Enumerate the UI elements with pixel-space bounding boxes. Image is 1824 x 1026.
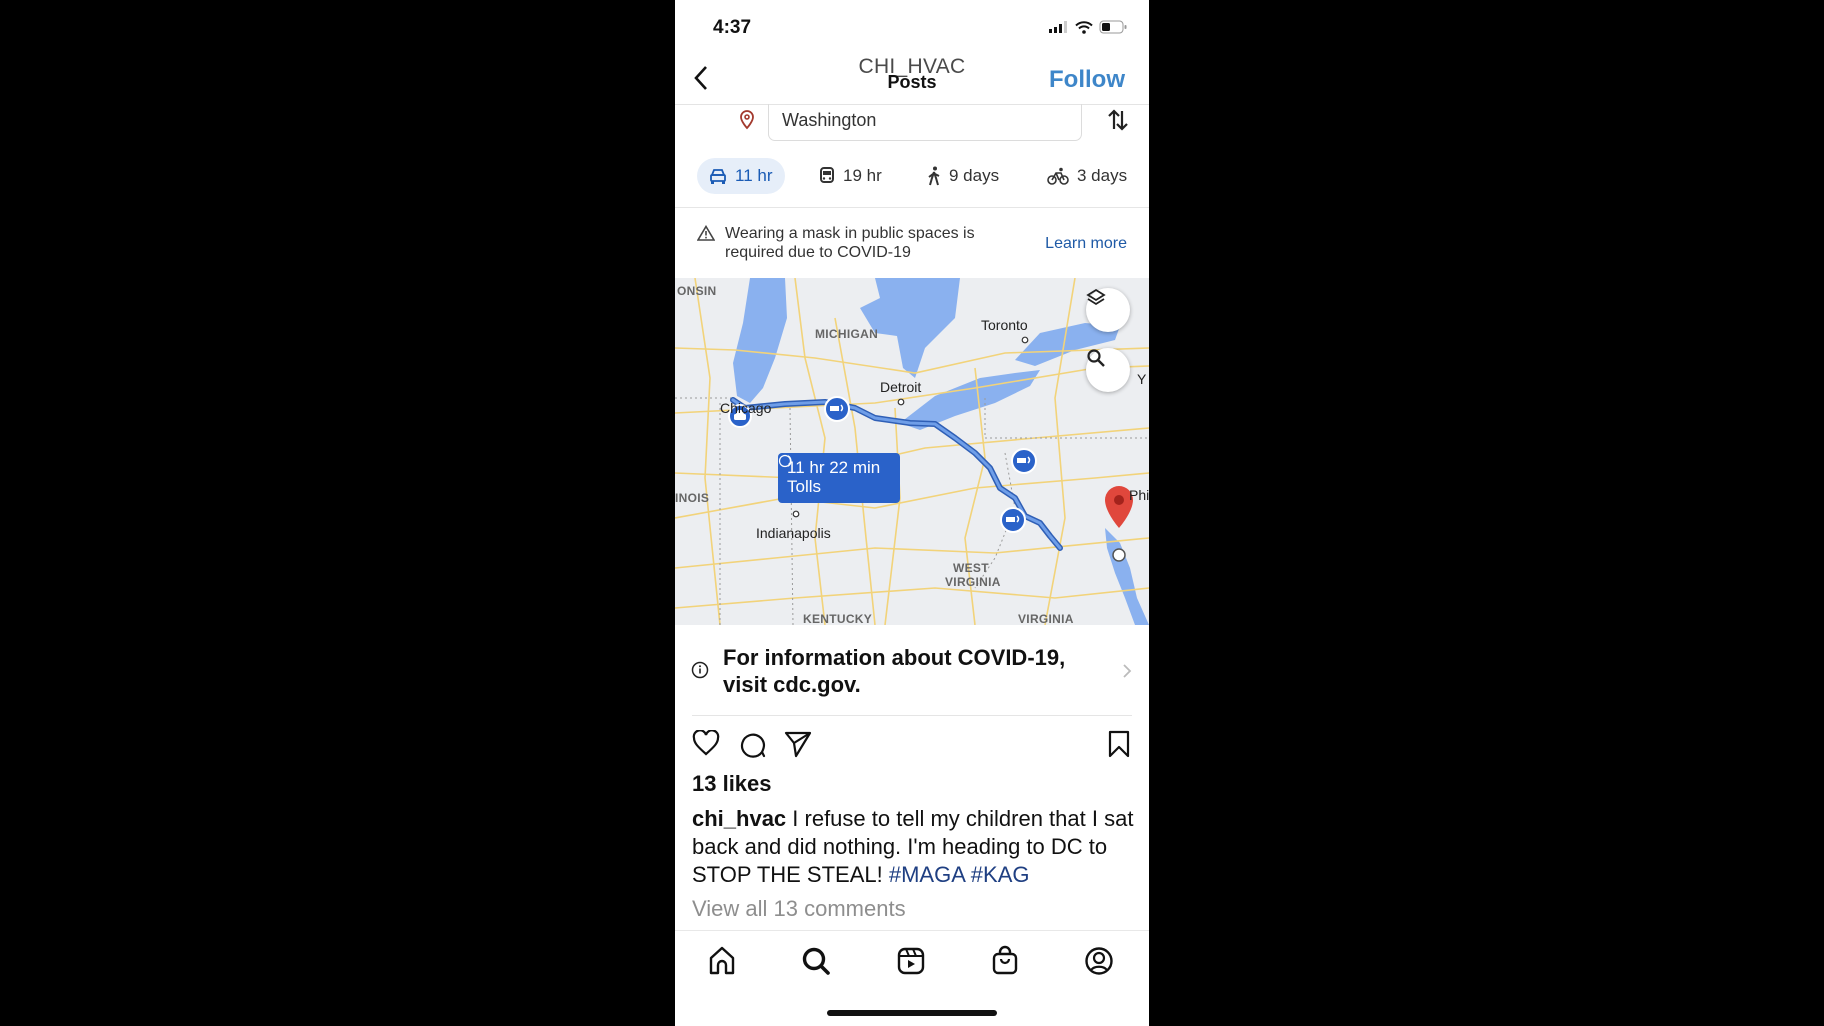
route-duration-label[interactable]: 11 hr 22 min Tolls [778, 453, 900, 503]
map-label-virginia: VIRGINIA [1018, 612, 1074, 625]
modes-divider [675, 207, 1149, 208]
city-toronto: Toronto [981, 317, 1028, 333]
toronto-dot [1021, 336, 1029, 344]
map-label-wisconsin: ONSIN [677, 284, 717, 298]
signal-icon [1049, 21, 1067, 33]
route-time: 11 hr 22 min [787, 458, 881, 477]
walk-icon [928, 166, 940, 186]
city-new-york: Y [1137, 371, 1147, 387]
speed-camera-marker-3 [1000, 507, 1026, 533]
mode-walking-label: 9 days [949, 166, 1000, 185]
search-icon [1087, 349, 1105, 367]
search-icon[interactable] [799, 944, 833, 978]
layers-icon [1086, 288, 1106, 306]
reels-icon[interactable] [894, 944, 928, 978]
map-search-button[interactable] [1086, 348, 1130, 392]
learn-more-link[interactable]: Learn more [1045, 235, 1127, 253]
battery-icon [1099, 20, 1127, 34]
map-graphics [675, 278, 1149, 625]
profile-icon[interactable] [1082, 944, 1116, 978]
route-map[interactable]: ONSIN MICHIGAN INOIS WEST VIRGINIA KENTU… [675, 278, 1149, 625]
city-philadelphia: Phi [1129, 487, 1149, 503]
map-label-michigan: MICHIGAN [815, 327, 879, 341]
warning-icon [697, 225, 715, 241]
wifi-icon [1075, 20, 1093, 34]
mode-transit-label: 19 hr [843, 166, 882, 185]
layers-button[interactable] [1086, 288, 1130, 332]
car-icon [710, 169, 726, 184]
caption-author[interactable]: chi_hvac [692, 806, 786, 831]
hashtag-kag[interactable]: #KAG [971, 862, 1030, 887]
chevron-right-icon[interactable] [1122, 663, 1132, 679]
lake-michigan [733, 278, 787, 403]
city-indianapolis: Indianapolis [756, 525, 831, 541]
covid-notice-text: Wearing a mask in public spaces is requi… [725, 225, 975, 261]
post-caption: chi_hvac I refuse to tell my children th… [692, 805, 1137, 889]
shop-icon[interactable] [988, 944, 1022, 978]
indianapolis-dot [792, 510, 800, 518]
phone-screen: 4:37 CHI_HVAC Posts Follow Washington 11… [675, 0, 1149, 1026]
heart-icon[interactable] [692, 730, 720, 756]
toll-icon [778, 454, 792, 468]
borders [675, 397, 1149, 625]
mode-cycling[interactable]: 3 days [1047, 158, 1127, 194]
mode-driving-label: 11 hr [735, 166, 773, 185]
share-icon[interactable] [784, 730, 812, 758]
home-icon[interactable] [705, 944, 739, 978]
city-chicago: Chicago [720, 400, 772, 416]
chesapeake-bay [1105, 528, 1149, 625]
city-detroit: Detroit [880, 379, 922, 395]
mode-walking[interactable]: 9 days [927, 158, 999, 194]
info-divider [692, 715, 1132, 716]
hashtag-maga[interactable]: #MAGA [889, 862, 965, 887]
bookmark-icon[interactable] [1107, 730, 1131, 758]
view-comments-link[interactable]: View all 13 comments [692, 896, 906, 922]
mode-transit[interactable]: 19 hr [819, 158, 882, 194]
route-tolls: Tolls [787, 477, 822, 496]
detroit-dot [897, 398, 905, 406]
likes-count[interactable]: 13 likes [692, 771, 772, 797]
status-time: 4:37 [713, 17, 752, 38]
comment-icon[interactable] [738, 730, 766, 758]
transit-icon [820, 167, 834, 183]
home-indicator[interactable] [827, 1010, 997, 1016]
tabbar-divider [675, 930, 1149, 931]
mode-driving[interactable]: 11 hr [697, 158, 785, 194]
map-label-west-virginia: VIRGINIA [945, 575, 1001, 589]
covid-info-banner[interactable]: For information about COVID-19, visit cd… [723, 644, 1083, 698]
location-pin-icon [740, 110, 754, 130]
swap-directions-icon[interactable] [1107, 107, 1129, 133]
map-label-kentucky: KENTUCKY [803, 612, 873, 625]
destination-field[interactable]: Washington [768, 104, 1082, 141]
speed-camera-marker-1 [824, 396, 850, 422]
speed-camera-marker-2 [1011, 448, 1037, 474]
travel-modes: 11 hr 19 hr 9 days 3 days [675, 158, 1149, 194]
bike-icon [1047, 167, 1069, 185]
info-icon [691, 661, 709, 679]
mode-cycling-label: 3 days [1077, 166, 1128, 185]
status-icons [1049, 20, 1127, 34]
follow-button[interactable]: Follow [1049, 66, 1125, 94]
map-label-west: WEST [953, 561, 989, 575]
map-label-illinois: INOIS [675, 491, 710, 505]
